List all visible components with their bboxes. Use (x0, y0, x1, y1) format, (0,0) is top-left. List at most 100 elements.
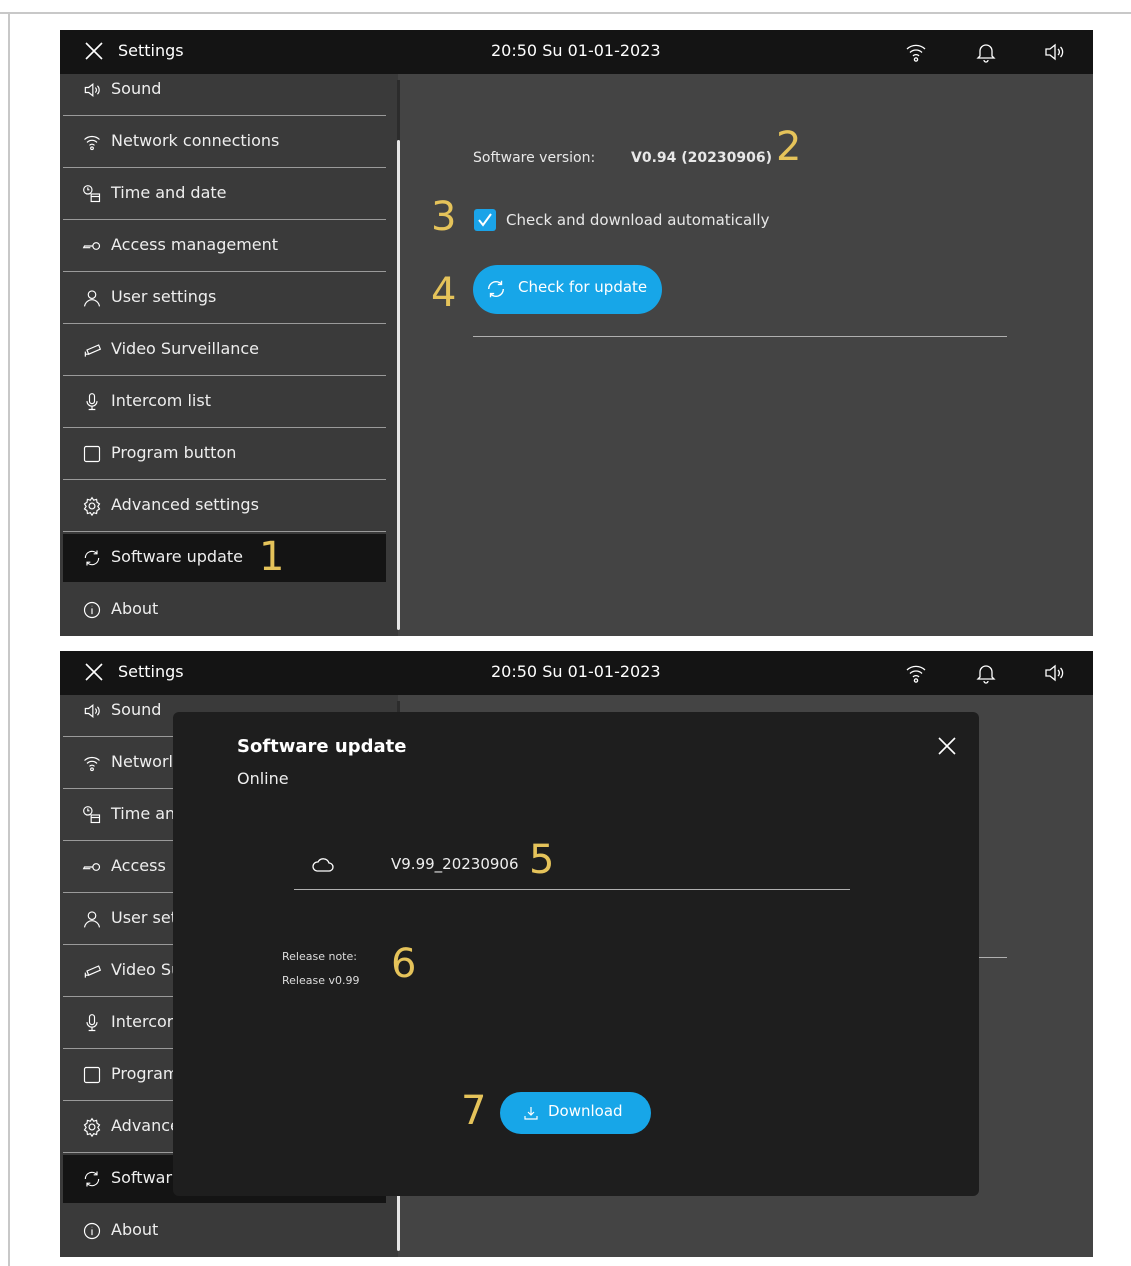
sidebar-item-label: Sound (111, 79, 162, 98)
sidebar-item-label: User settings (111, 287, 217, 306)
available-version: V9.99_20230906 (391, 855, 519, 873)
camera-icon (84, 965, 102, 978)
square-icon (83, 1066, 101, 1084)
clock-calendar-icon (83, 806, 101, 824)
content-divider (473, 336, 1007, 337)
checkmark-icon (478, 213, 492, 227)
user-icon (83, 290, 101, 307)
frame-top-border (0, 12, 1131, 14)
dialog-title: Software update (237, 736, 407, 757)
sidebar-item-advanced-settings[interactable]: Advanced settings (63, 480, 386, 532)
sidebar-item-label: User set (111, 908, 178, 927)
clock-date: 20:50 Su 01-01-2023 (491, 662, 661, 681)
clock-calendar-icon (83, 185, 101, 203)
sidebar-item-label: Program (111, 1064, 179, 1083)
sidebar-item-program-button[interactable]: Program button (63, 428, 386, 480)
software-version-label: Software version: (473, 150, 596, 166)
refresh-icon (84, 1171, 100, 1187)
clock-date: 20:50 Su 01-01-2023 (491, 41, 661, 60)
bell-icon[interactable] (974, 661, 998, 685)
sidebar-item-video-surveillance[interactable]: Video Surveillance (63, 324, 386, 376)
check-for-update-button[interactable]: Check for update (473, 265, 662, 314)
sidebar-item-user-settings[interactable]: User settings (63, 272, 386, 324)
sidebar-item-label: About (111, 1220, 159, 1239)
sidebar-item-software-update[interactable]: Software update (63, 534, 386, 582)
software-version-value: V0.94 (20230906) (631, 150, 772, 166)
sidebar-item-access[interactable]: Access management (63, 220, 386, 272)
speaker-icon (84, 703, 100, 719)
release-note-label: Release note: (282, 950, 357, 963)
sidebar-item-label: Video Surveillance (111, 339, 260, 358)
auto-download-label: Check and download automatically (506, 211, 770, 229)
software-update-dialog-screen: Settings 20:50 Su 01-01-2023 Sound Netwo… (60, 651, 1093, 1257)
microphone-icon (86, 393, 98, 411)
download-icon (524, 1107, 538, 1120)
software-update-dialog: Software update Online V9.99_20230906 Re… (173, 712, 979, 1196)
sidebar-item-label: Softwar (111, 1168, 173, 1187)
download-label: Download (548, 1102, 623, 1120)
page-title: Settings (118, 41, 184, 60)
download-button[interactable]: Download (500, 1092, 651, 1134)
sidebar-item-intercom-list[interactable]: Intercom list (63, 376, 386, 428)
sidebar-item-label: Time an (111, 804, 176, 823)
callout-6: 6 (391, 941, 417, 987)
close-icon[interactable] (84, 41, 104, 61)
key-icon (82, 242, 101, 250)
sidebar-item-about[interactable]: About (63, 1205, 386, 1257)
sidebar-item-label: Advance (111, 1116, 180, 1135)
speaker-icon[interactable] (1042, 40, 1066, 64)
settings-sidebar: Sound Network connections Time and date … (60, 74, 400, 636)
sidebar-item-label: Software update (111, 547, 243, 566)
sidebar-item-label: Access (111, 856, 166, 875)
sidebar-item-label: About (111, 599, 159, 618)
gear-icon (83, 496, 101, 516)
square-icon (83, 445, 101, 463)
callout-3: 3 (431, 194, 457, 240)
check-for-update-label: Check for update (518, 278, 648, 296)
wifi-icon (84, 756, 100, 772)
callout-2: 2 (776, 124, 802, 170)
auto-download-checkbox[interactable] (474, 209, 496, 231)
dialog-subtitle: Online (237, 769, 289, 788)
sidebar-item-label: Intercom list (111, 391, 211, 410)
refresh-icon (487, 280, 505, 298)
callout-5: 5 (529, 837, 555, 883)
info-icon (83, 601, 101, 619)
sidebar-item-about[interactable]: About (63, 584, 386, 636)
wifi-icon[interactable] (904, 40, 928, 64)
speaker-icon[interactable] (1042, 661, 1066, 685)
refresh-icon (84, 550, 100, 566)
sidebar-item-label: Program button (111, 443, 237, 462)
bell-icon[interactable] (974, 40, 998, 64)
settings-screen-main: Settings 20:50 Su 01-01-2023 Sound Netwo… (60, 30, 1093, 636)
sidebar-item-time-date[interactable]: Time and date (63, 168, 386, 220)
user-icon (83, 911, 101, 928)
sidebar-item-network[interactable]: Network connections (63, 116, 386, 168)
callout-4: 4 (431, 270, 457, 316)
sidebar-item-label: Video Su (111, 960, 182, 979)
sidebar-item-label: Access management (111, 235, 279, 254)
wifi-icon[interactable] (904, 661, 928, 685)
scrollbar-thumb[interactable] (397, 140, 400, 630)
sidebar-item-label: Networl (111, 752, 173, 771)
info-icon (83, 1222, 101, 1240)
frame-left-border (8, 12, 10, 1266)
sidebar-item-sound[interactable]: Sound (63, 64, 386, 116)
divider (63, 531, 386, 532)
release-note-text: Release v0.99 (282, 974, 360, 987)
microphone-icon (86, 1014, 98, 1032)
page-title: Settings (118, 662, 184, 681)
gear-icon (83, 1117, 101, 1137)
callout-1: 1 (259, 534, 285, 580)
sidebar-item-label: Sound (111, 700, 162, 719)
sidebar-item-label: Intercor (111, 1012, 174, 1031)
sidebar-item-label: Network connections (111, 131, 280, 150)
key-icon (82, 863, 101, 871)
sidebar-item-label: Advanced settings (111, 495, 259, 514)
callout-7: 7 (461, 1088, 487, 1134)
wifi-icon (84, 135, 100, 151)
close-icon[interactable] (84, 662, 104, 682)
sidebar-item-label: Time and date (111, 183, 227, 202)
version-divider (294, 889, 850, 890)
close-icon[interactable] (935, 734, 959, 758)
